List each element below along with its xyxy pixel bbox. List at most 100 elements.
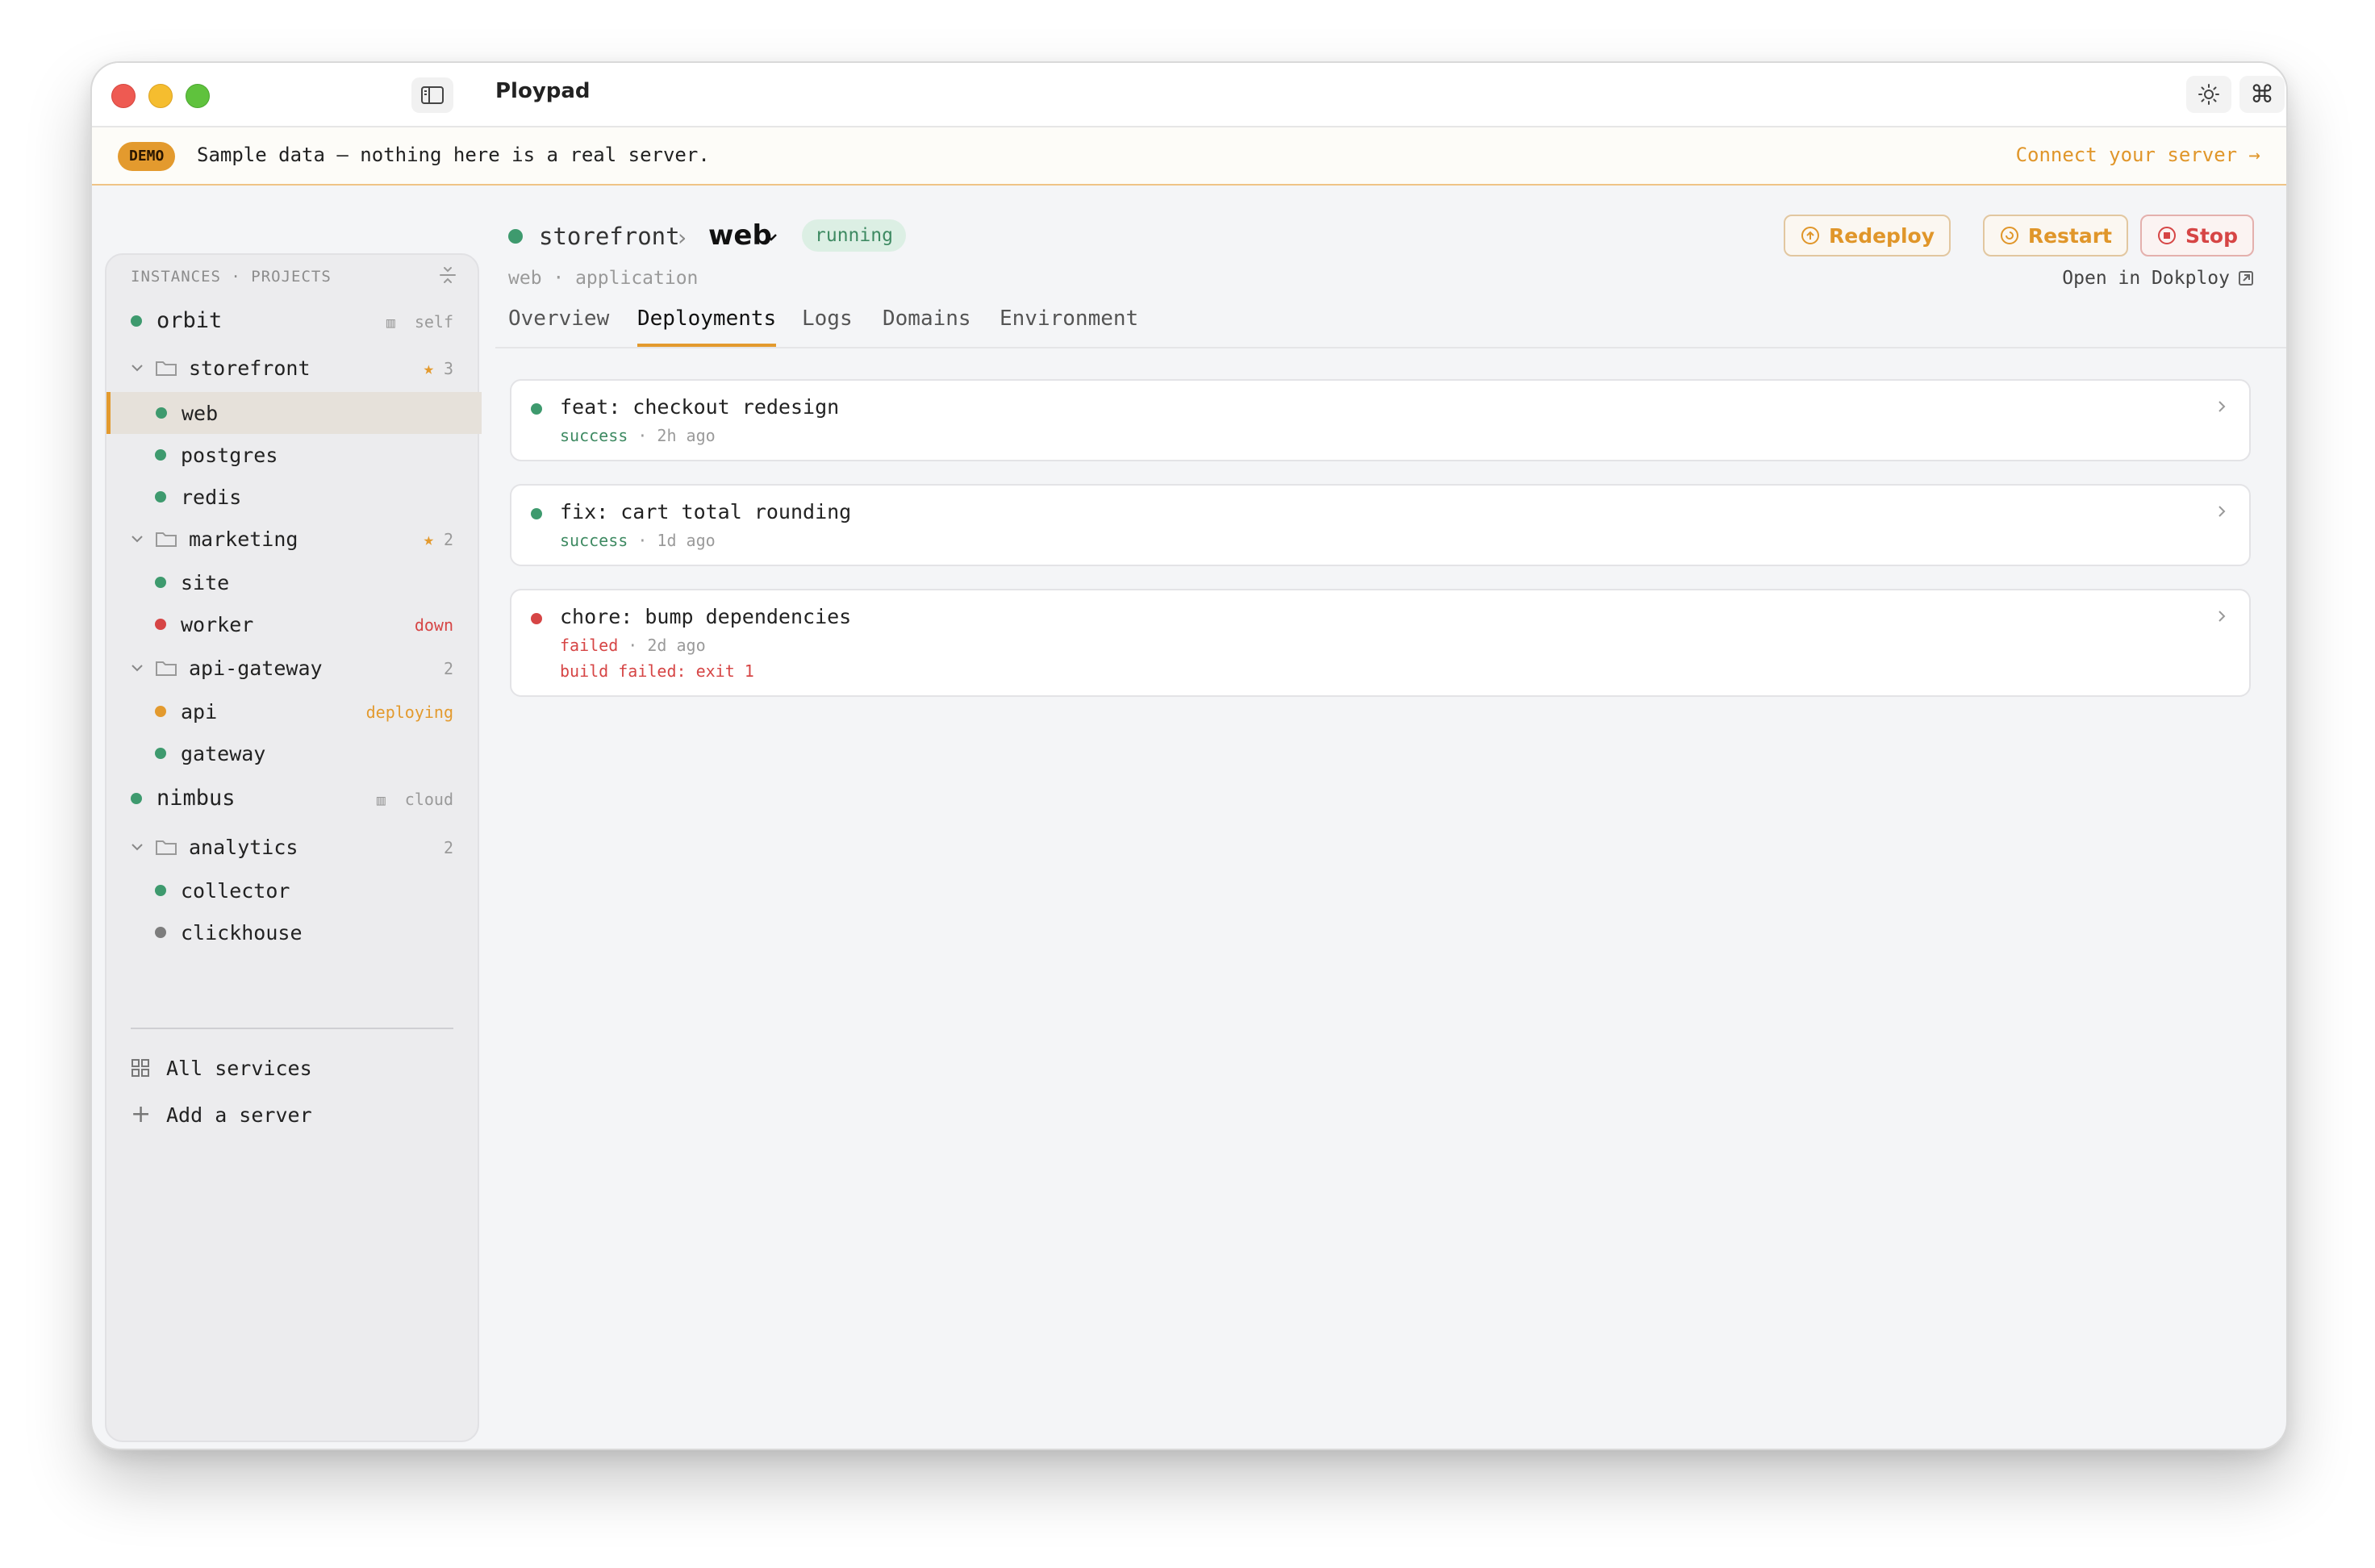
sidebar-service-redis[interactable]: redis (106, 476, 478, 518)
project-count: ★ 3 (423, 359, 453, 379)
breadcrumb-service[interactable]: web (708, 219, 772, 252)
status-dot (155, 748, 166, 759)
folder-icon (156, 361, 177, 376)
tab-environment[interactable]: Environment (1000, 307, 1138, 344)
sidebar-service-api[interactable]: api deploying (106, 690, 478, 732)
stop-button[interactable]: Stop (2139, 215, 2254, 256)
deployment-meta: success · 2h ago (560, 426, 716, 445)
theme-toggle-button[interactable] (2186, 76, 2231, 113)
deployment-status-dot (531, 403, 542, 415)
service-name: postgres (181, 444, 278, 467)
service-subtitle: web · application (508, 268, 699, 289)
breadcrumb-project[interactable]: storefront (539, 223, 680, 250)
sun-icon (2198, 84, 2219, 105)
demo-banner-text: Sample data — nothing here is a real ser… (197, 144, 710, 166)
grid-icon (131, 1059, 149, 1077)
tab-domains[interactable]: Domains (883, 307, 971, 344)
folder-icon (156, 661, 177, 676)
service-name: clickhouse (181, 921, 303, 945)
status-dot (155, 927, 166, 938)
service-name: api (181, 700, 218, 724)
open-in-dokploy-link[interactable]: Open in Dokploy (2062, 268, 2254, 289)
sidebar-project-analytics[interactable]: analytics 2 (106, 826, 478, 868)
sidebar-service-gateway[interactable]: gateway (106, 732, 478, 774)
chevron-down-icon[interactable] (129, 660, 145, 676)
sidebar-project-marketing[interactable]: marketing ★ 2 (106, 518, 478, 560)
service-name: gateway (181, 742, 266, 765)
sidebar-service-site[interactable]: site (106, 561, 478, 603)
sidebar-toggle-button[interactable] (411, 77, 453, 113)
project-name: analytics (189, 836, 298, 859)
main-content: storefront › web running web · applicati… (495, 184, 2286, 1449)
all-services-link[interactable]: All services (106, 1047, 478, 1089)
stop-icon (2157, 227, 2176, 244)
tabs-divider (495, 347, 2286, 348)
sidebar-project-api-gateway[interactable]: api-gateway 2 (106, 647, 478, 689)
deployment-title: fix: cart total rounding (560, 500, 852, 523)
collapse-all-icon[interactable] (437, 265, 458, 289)
restart-button[interactable]: Restart (1982, 215, 2128, 256)
sidebar-service-worker[interactable]: worker down (106, 603, 478, 645)
chevron-down-icon[interactable] (129, 839, 145, 855)
tab-deployments[interactable]: Deployments (637, 307, 777, 347)
stop-label: Stop (2185, 223, 2238, 248)
demo-badge: DEMO (118, 142, 176, 171)
star-icon[interactable]: ★ (424, 359, 434, 379)
service-name: collector (181, 879, 290, 903)
status-badge: running (802, 219, 906, 252)
arrow-up-circle-icon (1801, 227, 1819, 244)
demo-banner: DEMO Sample data — nothing here is a rea… (92, 127, 2286, 186)
tab-overview[interactable]: Overview (508, 307, 609, 344)
sidebar-service-web[interactable]: web (106, 392, 482, 434)
status-dot (155, 885, 166, 896)
add-server-link[interactable]: + Add a server (106, 1094, 478, 1136)
status-dot (155, 491, 166, 503)
deployment-status-dot (531, 613, 542, 624)
project-count: 2 (443, 659, 453, 678)
chevron-down-icon[interactable] (763, 229, 779, 245)
sidebar-project-storefront[interactable]: storefront ★ 3 (106, 347, 478, 389)
sidebar-service-postgres[interactable]: postgres (106, 434, 478, 476)
star-icon[interactable]: ★ (424, 530, 434, 550)
maximize-window-button[interactable] (186, 84, 210, 108)
minimize-window-button[interactable] (148, 84, 173, 108)
restart-label: Restart (2027, 223, 2112, 248)
breadcrumb-chevron-icon: › (678, 224, 687, 251)
service-name: site (181, 571, 230, 594)
deployment-card[interactable]: fix: cart total rounding success · 1d ag… (510, 484, 2251, 566)
chevron-right-icon (2218, 401, 2226, 412)
tab-logs[interactable]: Logs (802, 307, 853, 344)
chevron-down-icon[interactable] (129, 360, 145, 376)
service-status-note: deploying (365, 703, 453, 722)
service-name: web (182, 402, 219, 425)
connect-server-link[interactable]: Connect your server → (2016, 144, 2260, 166)
command-palette-button[interactable]: ⌘ (2239, 76, 2285, 113)
sidebar-divider (131, 1028, 453, 1029)
folder-icon (156, 532, 177, 547)
deployment-card[interactable]: chore: bump dependencies failed · 2d ago… (510, 589, 2251, 697)
status-dot (155, 706, 166, 717)
service-status-dot (508, 229, 523, 244)
sidebar-service-collector[interactable]: collector (106, 869, 478, 911)
instance-tag: ▥ self (386, 312, 453, 332)
status-dot (156, 407, 167, 419)
deployment-card[interactable]: feat: checkout redesign success · 2h ago (510, 379, 2251, 461)
server-icon: ▥ (386, 315, 395, 332)
sidebar-service-clickhouse[interactable]: clickhouse (106, 911, 478, 953)
service-status-note: down (414, 615, 453, 635)
close-window-button[interactable] (111, 84, 136, 108)
app-window: Ploypad ⌘ DEMO Sample data — nothing her… (90, 61, 2288, 1450)
service-name: worker (181, 613, 254, 636)
redeploy-button[interactable]: Redeploy (1784, 215, 1951, 256)
project-name: api-gateway (189, 657, 323, 680)
status-dot (155, 577, 166, 588)
restart-icon (2000, 227, 2018, 244)
sidebar-icon (421, 86, 444, 104)
folder-icon (156, 840, 177, 855)
project-name: storefront (189, 357, 311, 380)
sidebar: INSTANCES · PROJECTS orbit ▥ self storef… (105, 253, 482, 1442)
open-in-dokploy-label: Open in Dokploy (2062, 268, 2230, 289)
chevron-down-icon[interactable] (129, 531, 145, 547)
sidebar-instance-orbit[interactable]: orbit ▥ self (106, 300, 478, 342)
sidebar-instance-nimbus[interactable]: nimbus ▥ cloud (106, 778, 478, 819)
